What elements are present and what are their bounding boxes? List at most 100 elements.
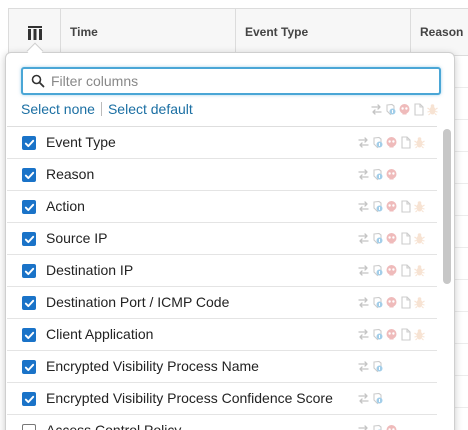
column-checkbox[interactable]	[22, 328, 36, 342]
columns-icon	[27, 25, 42, 40]
security-intelligence-icon	[373, 296, 383, 309]
checkmark-icon	[24, 171, 34, 179]
column-option[interactable]: Encrypted Visibility Process Confidence …	[7, 383, 437, 415]
column-header-time[interactable]: Time	[61, 9, 236, 56]
malware-events-icon	[414, 329, 425, 341]
event-type-icons-header	[370, 103, 439, 116]
malware-events-icon	[414, 233, 425, 245]
security-intelligence-icon	[373, 232, 383, 245]
filter-columns-box[interactable]	[21, 67, 441, 95]
intrusion-events-icon	[386, 137, 397, 148]
security-intelligence-icon	[373, 360, 383, 373]
checkmark-icon	[24, 395, 34, 403]
security-intelligence-icon	[386, 103, 396, 116]
security-intelligence-icon	[373, 136, 383, 149]
connection-events-icon	[358, 137, 369, 148]
connection-events-icon	[358, 297, 369, 308]
column-option[interactable]: Reason	[7, 159, 437, 191]
events-table-header: Time Event Type Reason	[8, 8, 468, 56]
connection-events-icon	[358, 201, 369, 212]
connection-events-icon	[371, 104, 382, 115]
intrusion-events-icon	[386, 329, 397, 340]
column-checkbox[interactable]	[22, 296, 36, 310]
event-type-icons	[357, 424, 398, 430]
security-intelligence-icon	[373, 424, 382, 430]
event-type-icons	[357, 328, 426, 341]
column-checkbox[interactable]	[22, 360, 36, 374]
link-divider	[100, 102, 102, 116]
column-option[interactable]: Client Application	[7, 319, 437, 351]
column-option[interactable]: Action	[7, 191, 437, 223]
file-events-icon	[401, 264, 411, 277]
checkmark-icon	[24, 235, 34, 243]
column-option-label: Source IP	[46, 230, 108, 246]
event-type-icons	[357, 360, 384, 373]
column-option[interactable]: Destination IP	[7, 255, 437, 287]
column-checkbox[interactable]	[22, 168, 36, 182]
search-icon	[31, 74, 45, 88]
intrusion-events-icon	[386, 233, 397, 244]
column-option-label: Destination IP	[46, 262, 134, 278]
connection-events-icon	[358, 169, 369, 180]
event-type-icons	[357, 200, 426, 213]
intrusion-events-icon	[386, 297, 397, 308]
security-intelligence-icon	[373, 200, 383, 213]
file-events-icon	[401, 296, 411, 309]
file-events-icon	[401, 200, 411, 213]
event-type-icons	[357, 392, 384, 405]
malware-events-icon	[414, 265, 425, 277]
column-option[interactable]: Source IP	[7, 223, 437, 255]
malware-events-icon	[414, 297, 425, 309]
intrusion-events-icon	[386, 425, 397, 430]
connection-events-icon	[358, 233, 369, 244]
file-events-icon	[401, 136, 411, 149]
file-events-icon	[401, 232, 411, 245]
checkmark-icon	[24, 267, 34, 275]
column-checkbox[interactable]	[22, 392, 36, 406]
connection-events-icon	[358, 265, 369, 276]
security-intelligence-icon	[373, 264, 383, 277]
column-checkbox[interactable]	[22, 424, 36, 430]
column-option-label: Client Application	[46, 326, 154, 342]
malware-events-icon	[427, 104, 438, 116]
column-option-label: Action	[46, 198, 85, 214]
column-option-label: Reason	[46, 166, 95, 182]
connection-events-icon	[358, 393, 369, 404]
column-checkbox[interactable]	[22, 232, 36, 246]
intrusion-events-icon	[399, 104, 410, 115]
checkmark-icon	[24, 299, 34, 307]
column-header-reason[interactable]: Reason	[411, 9, 468, 56]
connection-events-icon	[358, 425, 368, 430]
list-scrollbar[interactable]	[443, 129, 451, 284]
intrusion-events-icon	[386, 169, 397, 180]
select-default-link[interactable]: Select default	[108, 101, 193, 117]
column-checkbox[interactable]	[22, 200, 36, 214]
column-option[interactable]: Encrypted Visibility Process Name	[7, 351, 437, 383]
column-option-label: Encrypted Visibility Process Confidence …	[46, 390, 333, 406]
file-events-icon	[414, 103, 424, 116]
security-intelligence-icon	[373, 392, 383, 405]
malware-events-icon	[414, 201, 425, 213]
event-type-icons	[357, 232, 426, 245]
file-events-icon	[401, 328, 411, 341]
column-option[interactable]: Access Control Policy	[7, 415, 437, 430]
column-option-label: Destination Port / ICMP Code	[46, 294, 230, 310]
security-intelligence-icon	[373, 328, 383, 341]
checkmark-icon	[24, 203, 34, 211]
intrusion-events-icon	[386, 201, 397, 212]
security-intelligence-icon	[373, 168, 383, 181]
column-checkbox[interactable]	[22, 136, 36, 150]
column-option-label: Event Type	[46, 134, 116, 150]
column-header-event-type[interactable]: Event Type	[236, 9, 411, 56]
column-option[interactable]: Event Type	[7, 127, 437, 159]
column-chooser-popover: Select none Select default Event Type Rea…	[5, 52, 455, 430]
event-type-icons	[357, 168, 398, 181]
select-none-link[interactable]: Select none	[21, 101, 95, 117]
column-option-label: Access Control Policy	[46, 422, 182, 430]
column-option[interactable]: Destination Port / ICMP Code	[7, 287, 437, 319]
select-links: Select none Select default	[21, 101, 193, 117]
event-type-icons	[357, 296, 426, 309]
malware-events-icon	[414, 137, 425, 149]
column-checkbox[interactable]	[22, 264, 36, 278]
filter-columns-input[interactable]	[51, 71, 431, 91]
